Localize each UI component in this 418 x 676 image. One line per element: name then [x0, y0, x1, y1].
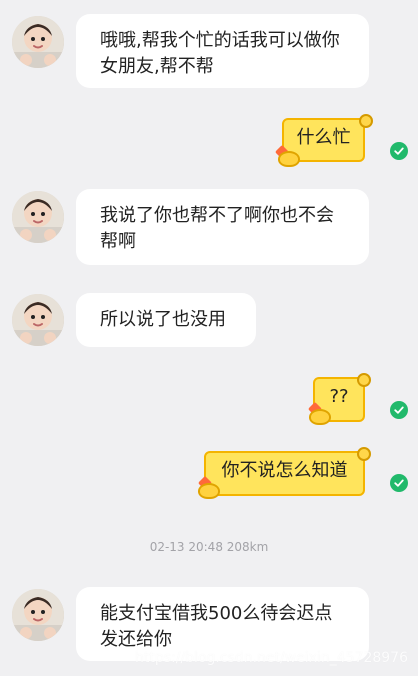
avatar[interactable] [12, 294, 64, 346]
watermark-text: https://blog.csdn.net/weixin_45728976 [134, 650, 408, 666]
avatar[interactable] [12, 589, 64, 641]
child-avatar-icon [12, 294, 64, 346]
flower-icon [359, 114, 373, 128]
message-timestamp: 02-13 20:48 208km [149, 540, 269, 554]
child-avatar-icon [12, 191, 64, 243]
incoming-message[interactable]: 所以说了也没用 [76, 293, 256, 347]
incoming-message[interactable]: 我说了你也帮不了啊你也不会帮啊 [76, 189, 369, 265]
duck-icon [198, 483, 220, 499]
check-circle-icon [390, 401, 408, 419]
flower-icon [357, 373, 371, 387]
duck-icon [278, 151, 300, 167]
outgoing-sticker-bubble[interactable]: 你不说怎么知道 [204, 451, 365, 496]
incoming-message[interactable]: 哦哦,帮我个忙的话我可以做你女朋友,帮不帮 [76, 14, 369, 88]
child-avatar-icon [12, 16, 64, 68]
duck-icon [309, 409, 331, 425]
outgoing-message-text: ?? [329, 386, 349, 407]
flower-icon [357, 447, 371, 461]
check-circle-icon [390, 474, 408, 492]
outgoing-message-text: 你不说怎么知道 [221, 460, 348, 481]
child-avatar-icon [12, 589, 64, 641]
chat-thread: 哦哦,帮我个忙的话我可以做你女朋友,帮不帮 什么忙 我说了你也帮不了啊你也不会帮… [0, 0, 418, 676]
avatar[interactable] [12, 191, 64, 243]
outgoing-message-text: 什么忙 [296, 127, 351, 148]
avatar[interactable] [12, 16, 64, 68]
check-circle-icon [390, 142, 408, 160]
